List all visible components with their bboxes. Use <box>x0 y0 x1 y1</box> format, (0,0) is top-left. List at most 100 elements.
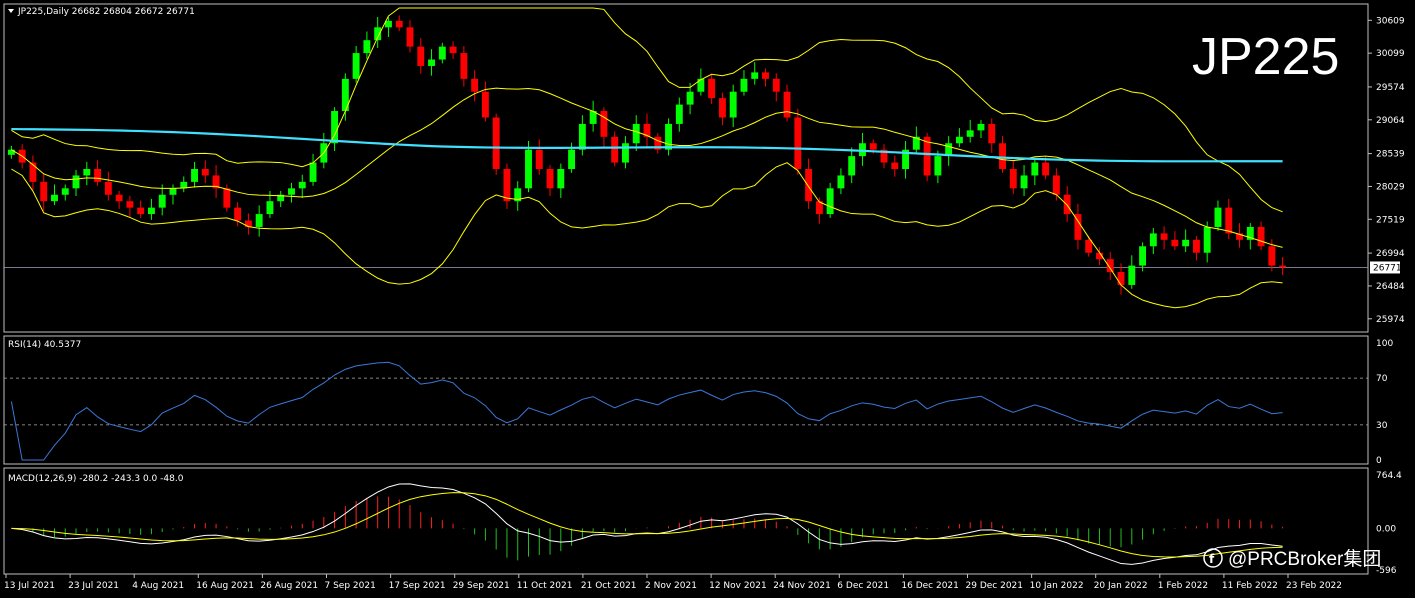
candle-body <box>675 104 683 124</box>
bollinger-middle <box>11 87 1283 248</box>
candle-body <box>1192 239 1200 253</box>
candle-body <box>794 117 802 169</box>
macd-panel[interactable] <box>3 467 1369 575</box>
candle-body <box>1257 226 1265 247</box>
candle-body <box>557 169 565 189</box>
time-tick-label: 29 Sep 2021 <box>453 581 510 591</box>
time-tick-label: 10 Jan 2022 <box>1030 581 1084 591</box>
candle-body <box>762 72 769 79</box>
candle-body <box>395 20 403 28</box>
candle-body <box>708 78 716 99</box>
candle-body <box>352 53 360 79</box>
candle-body <box>40 181 48 202</box>
candle-body <box>665 123 672 150</box>
rsi-plot <box>4 361 1368 461</box>
price-tick-label: 27519 <box>1376 215 1405 225</box>
candle-body <box>51 194 58 202</box>
candle-body <box>428 59 435 66</box>
candle-body <box>1128 265 1136 285</box>
price-tick-label: 30099 <box>1376 49 1405 59</box>
macd-line <box>11 483 1283 565</box>
candle-body <box>1160 233 1168 240</box>
candle-body <box>417 46 425 66</box>
price-tick-label: 25974 <box>1376 315 1405 325</box>
time-tick-label: 1 Feb 2022 <box>1158 581 1208 591</box>
time-tick-label: 16 Dec 2021 <box>901 581 959 591</box>
candle-body <box>1117 272 1125 285</box>
macd-header: MACD(12,26,9) -280.2 -243.3 0.0 -48.0 <box>8 474 184 484</box>
candle-body <box>147 207 155 215</box>
candle-body <box>29 162 37 182</box>
time-tick-label: 4 Aug 2021 <box>132 581 184 591</box>
candle-body <box>1042 162 1050 176</box>
candle-body <box>1214 207 1222 227</box>
candle-body <box>104 181 112 195</box>
candle-body <box>492 117 500 169</box>
candle-body <box>449 46 457 54</box>
candle-body <box>158 194 166 208</box>
candle-body <box>783 91 791 118</box>
candle-body <box>298 181 306 189</box>
macd-plot <box>11 483 1284 565</box>
candle-body <box>966 130 974 137</box>
candle-body <box>7 149 15 155</box>
rsi-tick-label: 70 <box>1376 374 1388 384</box>
time-tick-label: 13 Jul 2021 <box>4 581 55 591</box>
time-tick-label: 12 Nov 2021 <box>709 581 767 591</box>
rsi-tick-label: 100 <box>1376 339 1393 349</box>
candle-body <box>805 169 813 202</box>
macd-tick-label: 764.4 <box>1376 471 1402 481</box>
candle-body <box>955 136 963 144</box>
rsi-line <box>10 361 1283 461</box>
time-tick-label: 23 Feb 2022 <box>1286 581 1342 591</box>
price-tick-label: 28029 <box>1376 182 1405 192</box>
candle-body <box>244 220 252 227</box>
candle-body <box>201 169 209 176</box>
candle-body <box>568 149 576 169</box>
candle-body <box>837 175 845 189</box>
watermark: f @PRCBroker集团 <box>1203 548 1381 570</box>
time-tick-label: 20 Jan 2022 <box>1094 581 1148 591</box>
candle-body <box>578 123 586 150</box>
candle-body <box>1085 239 1093 253</box>
price-panel[interactable] <box>3 3 1369 333</box>
collapse-arrow-icon[interactable] <box>8 9 14 13</box>
symbol-title: JP225 <box>1192 28 1339 86</box>
rsi-tick-label: 0 <box>1376 456 1382 466</box>
candle-body <box>1171 239 1179 247</box>
price-tick-label: 28539 <box>1376 150 1405 160</box>
time-tick-label: 7 Sep 2021 <box>325 581 376 591</box>
time-tick-label: 23 Jul 2021 <box>68 581 119 591</box>
candle-body <box>503 169 511 202</box>
candle-body <box>481 91 489 118</box>
candle-body <box>72 175 80 189</box>
candle-body <box>740 78 748 92</box>
time-tick-label: 26 Aug 2021 <box>260 581 318 591</box>
candle-body <box>535 149 543 169</box>
candle-body <box>869 143 877 150</box>
candle-body <box>126 201 134 208</box>
candle-body <box>137 207 145 215</box>
rsi-panel[interactable] <box>3 335 1369 465</box>
candle-body <box>525 149 532 189</box>
candle-body <box>309 162 317 182</box>
candle-body <box>288 188 295 195</box>
candle-body <box>848 156 856 176</box>
candle-body <box>471 78 479 92</box>
time-tick-label: 11 Oct 2021 <box>517 581 573 591</box>
candle-body <box>234 207 242 221</box>
trading-chart[interactable]: 30609 30099 29574 29064 28539 28029 27519 26994… <box>0 0 1415 598</box>
time-tick-label: 11 Feb 2022 <box>1222 581 1278 591</box>
candle-body <box>751 72 759 79</box>
candle-body <box>826 188 834 215</box>
candle-body <box>1009 169 1017 189</box>
macd-tick-label: 0.00 <box>1376 524 1396 534</box>
price-tick-label: 29064 <box>1376 116 1405 126</box>
candle-body <box>977 123 985 131</box>
candle-body <box>255 214 263 227</box>
candle-body <box>266 201 274 215</box>
candle-body <box>169 188 177 195</box>
candle-body <box>1031 162 1039 176</box>
candle-body <box>1182 239 1190 247</box>
price-tick-label: 26994 <box>1376 249 1405 259</box>
